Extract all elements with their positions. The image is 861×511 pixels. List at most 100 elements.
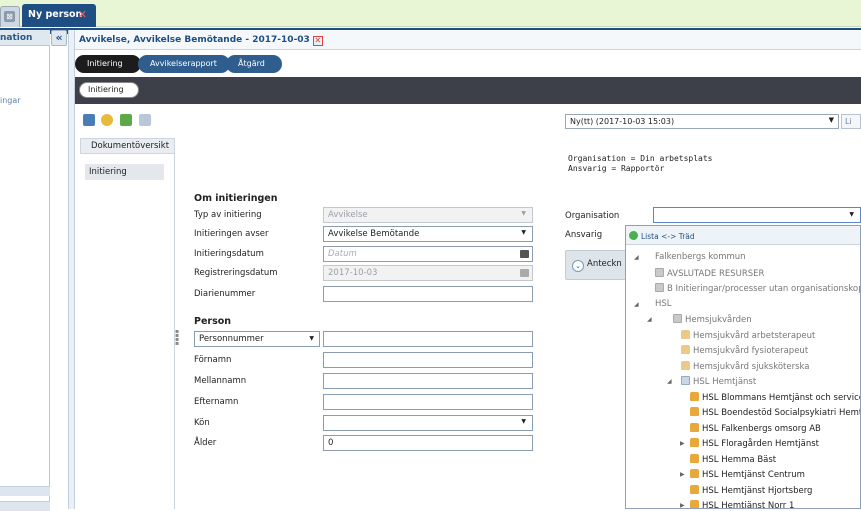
list-button[interactable]: Li (841, 114, 861, 129)
tree-node-label: HSL Floragården Hemtjänst (702, 439, 819, 449)
tab-label: Ny person (28, 9, 83, 20)
id-type-value: Personnummer (199, 334, 264, 344)
ansvarig-label: Ansvarig (565, 230, 603, 240)
expand-node-icon[interactable]: ▶ (680, 440, 685, 447)
tree-node-label: HSL Hemtjänst Hjortsberg (702, 485, 813, 496)
close-tab-icon[interactable]: ⊠ (4, 11, 15, 22)
unit-icon (690, 438, 699, 447)
version-select[interactable]: Ny(tt) (2017-10-03 15:03) ▼ (565, 114, 839, 129)
typ-select[interactable]: Avvikelse ▼ (323, 207, 533, 223)
unit-icon (690, 391, 699, 401)
expand-node-icon[interactable]: ▶ (680, 502, 685, 508)
avser-label: Initieringen avser (194, 229, 269, 239)
collapse-panel-button[interactable]: « (51, 30, 67, 46)
folder-icon (673, 314, 682, 323)
datum-placeholder: Datum (328, 249, 357, 259)
attach-icon[interactable] (101, 114, 113, 126)
mellannamn-input[interactable] (323, 373, 533, 389)
unit-icon (681, 360, 690, 370)
tree-node-label: Falkenbergs kommun (655, 252, 746, 262)
left-panel-item[interactable]: ingar (0, 96, 21, 105)
tree-node[interactable]: HSL Hemtjänst (681, 376, 756, 388)
workflow-step-initiering[interactable]: Initiering (75, 55, 141, 73)
tree-node-label: Hemsjukvård sjuksköterska (693, 361, 810, 372)
tree-node[interactable]: HSL Hemma Bäst (690, 453, 777, 466)
tree-node[interactable]: HSL Boendestöd Socialpsykiatri Hemtjänst (690, 407, 860, 419)
workflow-step-avvikelserapport[interactable]: Avvikelserapport (138, 55, 230, 73)
diarienummer-input[interactable] (323, 286, 533, 302)
tab-ny-person[interactable]: Ny person ✕ (22, 4, 96, 27)
tree-node-label: HSL Falkenbergs omsorg AB (702, 423, 821, 434)
refresh-icon[interactable] (120, 114, 132, 126)
tree-node[interactable]: HSL Hemtjänst Centrum (690, 469, 805, 481)
document-overview-item[interactable]: Initiering (85, 164, 164, 180)
initieringsdatum-input[interactable]: Datum (323, 246, 533, 262)
filter-icon[interactable] (139, 114, 151, 126)
om-initieringen-title: Om initieringen (194, 193, 278, 204)
unit-icon (681, 345, 690, 354)
calendar-icon[interactable] (520, 250, 529, 258)
unit-icon (681, 329, 690, 339)
kon-select[interactable]: ▼ (323, 415, 533, 431)
registreringsdatum-input: 2017-10-03 (323, 265, 533, 281)
tree-node-label: HSL Hemtjänst (693, 377, 757, 387)
personnummer-input[interactable] (323, 331, 533, 347)
tab-previous[interactable]: ⊠ (0, 6, 20, 27)
splitter-handle[interactable]: ▪ ▪ ▪ ▪ (175, 329, 179, 350)
workflow-bar: Initiering Avvikelserapport Åtgärd (75, 51, 861, 77)
panel-gutter (68, 30, 75, 509)
tree-node[interactable]: HSL Blommans Hemtjänst och service (690, 391, 860, 404)
tree-node[interactable]: HSL (655, 299, 672, 310)
version-select-value: Ny(tt) (2017-10-03 15:03) (570, 117, 675, 126)
tree-header[interactable]: Lista <-> Träd (626, 226, 860, 245)
tree-node[interactable]: B Initieringar/processer utan organisati… (655, 283, 860, 295)
tree-node-label: HSL Hemma Bäst (702, 454, 777, 465)
tree-node[interactable]: Hemsjukvård sjuksköterska (681, 360, 810, 373)
tree-node[interactable]: HSL Hemtjänst Norr 1 (690, 500, 794, 508)
collapse-node-icon[interactable]: ◢ (634, 301, 639, 308)
collapse-node-icon[interactable]: ◢ (634, 254, 639, 261)
switch-view-icon (629, 231, 638, 240)
collapse-node-icon[interactable]: ◢ (667, 378, 672, 385)
avser-select[interactable]: Avvikelse Bemötande ▼ (323, 226, 533, 242)
sub-step-initiering[interactable]: Initiering (79, 82, 139, 98)
fornamn-input[interactable] (323, 352, 533, 368)
tree-node[interactable]: HSL Falkenbergs omsorg AB (690, 422, 821, 435)
tree-node-label: AVSLUTADE RESURSER (667, 268, 765, 279)
close-document-icon[interactable]: ✕ (312, 36, 323, 46)
expand-node-icon[interactable]: ▶ (680, 471, 685, 478)
tree-node[interactable]: HSL Hemtjänst Hjortsberg (690, 484, 813, 497)
tree-node[interactable]: Hemsjukvård fysioterapeut (681, 345, 808, 357)
tree-node-label: Hemsjukvård fysioterapeut (693, 346, 809, 356)
fornamn-label: Förnamn (194, 355, 232, 365)
mellannamn-label: Mellannamn (194, 376, 247, 386)
reg-label: Registreringsdatum (194, 268, 278, 278)
id-type-select[interactable]: Personnummer ▼ (194, 331, 320, 347)
tree-node[interactable]: Hemsjukvården (673, 314, 752, 326)
chevron-down-icon: ▼ (849, 211, 854, 218)
tree-node-label: HSL Hemtjänst Centrum (702, 470, 805, 480)
unit-icon (690, 500, 699, 508)
tree-node[interactable]: AVSLUTADE RESURSER (655, 267, 765, 280)
close-tab-icon[interactable]: ✕ (78, 8, 87, 21)
organisation-info: Organisation = Din arbetsplats Ansvarig … (568, 154, 713, 173)
sub-step-bar: Initiering (75, 77, 861, 104)
efternamn-input[interactable] (323, 394, 533, 410)
tree-node[interactable]: HSL Floragården Hemtjänst (690, 438, 819, 450)
left-panel-header: nation (0, 30, 50, 46)
chevron-down-icon: ▼ (521, 229, 526, 236)
collapse-node-icon[interactable]: ◢ (647, 316, 652, 323)
person-title: Person (194, 316, 232, 327)
folder-icon (655, 283, 664, 292)
anteckning-button[interactable]: ⌄ Anteckn (565, 250, 627, 280)
tree-node[interactable]: Falkenbergs kommun (655, 252, 746, 263)
kon-label: Kön (194, 418, 210, 428)
organisation-combo[interactable]: ▼ (653, 207, 861, 223)
list-button-label: Li (845, 117, 852, 126)
tree-node[interactable]: Hemsjukvård arbetsterapeut (681, 329, 815, 342)
alder-input[interactable]: 0 (323, 435, 533, 451)
save-icon[interactable] (83, 114, 95, 126)
workflow-step-atgard[interactable]: Åtgärd (226, 55, 282, 73)
diarie-label: Diarienummer (194, 289, 256, 299)
chevron-down-icon: ▼ (309, 335, 314, 342)
